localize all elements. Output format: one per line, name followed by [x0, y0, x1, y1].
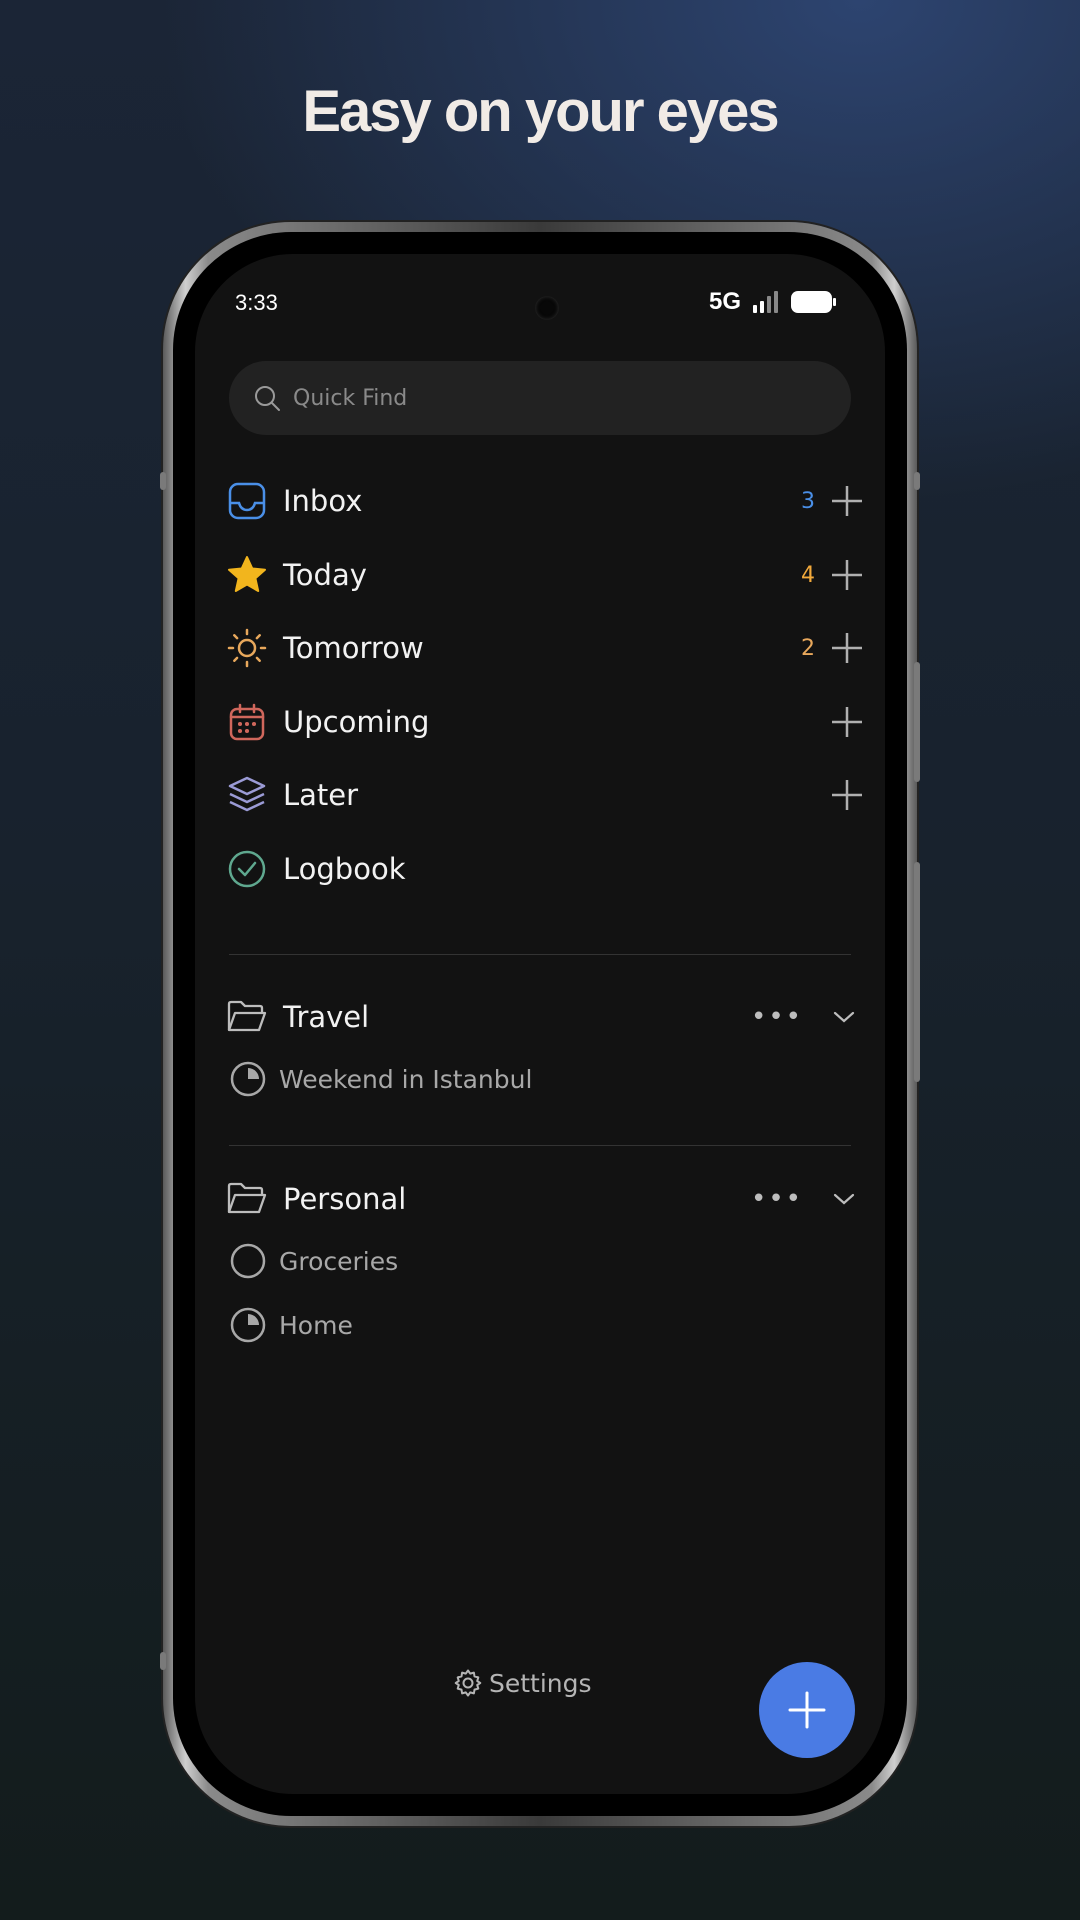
network-label: 5G: [708, 288, 741, 315]
folder-open-icon: [225, 1177, 269, 1221]
progress-pie-icon: [230, 1307, 266, 1343]
plus-icon: [788, 1691, 826, 1729]
more-options-icon[interactable]: •••: [751, 1002, 803, 1032]
group-name: Travel: [283, 1000, 370, 1034]
phone-bezel: 3:33 5G Quick Find Inbox 3 Today 4 Tomor…: [173, 232, 907, 1816]
group-header-travel[interactable]: Travel •••: [225, 987, 865, 1047]
headline: Easy on your eyes: [302, 79, 779, 144]
phone-power-button: [914, 862, 920, 1082]
status-time: 3:33: [235, 290, 278, 315]
list-item-logbook[interactable]: Logbook: [225, 839, 865, 899]
list-item-label: Tomorrow: [283, 631, 424, 665]
chevron-down-icon[interactable]: [833, 1010, 855, 1024]
add-task-icon[interactable]: [829, 483, 865, 519]
project-item[interactable]: Weekend in Istanbul: [229, 1054, 532, 1104]
battery-icon: [791, 291, 836, 313]
project-item[interactable]: Groceries: [229, 1236, 398, 1286]
add-button[interactable]: [759, 1662, 855, 1758]
search-input[interactable]: Quick Find: [229, 361, 851, 435]
calendar-icon: [225, 700, 269, 744]
chevron-down-icon[interactable]: [833, 1192, 855, 1206]
progress-pie-icon: [230, 1061, 266, 1097]
add-task-icon[interactable]: [829, 777, 865, 813]
settings-button[interactable]: Settings: [453, 1668, 592, 1698]
list-item-count: 4: [801, 562, 815, 588]
layers-icon: [225, 773, 269, 817]
star-icon: [225, 553, 269, 597]
project-label: Weekend in Istanbul: [279, 1064, 533, 1094]
more-options-icon[interactable]: •••: [751, 1184, 803, 1214]
list-item-later[interactable]: Later: [225, 765, 865, 825]
list-item-upcoming[interactable]: Upcoming: [225, 692, 865, 752]
phone-frame: 3:33 5G Quick Find Inbox 3 Today 4 Tomor…: [160, 222, 920, 1826]
list-item-inbox[interactable]: Inbox 3: [225, 471, 865, 531]
search-placeholder: Quick Find: [293, 385, 408, 411]
project-item[interactable]: Home: [229, 1300, 353, 1350]
phone-side-button: [914, 472, 920, 490]
list-item-count: 3: [801, 488, 815, 514]
project-label: Groceries: [279, 1246, 399, 1276]
list-item-count: 2: [801, 635, 815, 661]
add-task-icon[interactable]: [829, 557, 865, 593]
progress-empty-icon: [230, 1243, 266, 1279]
list-item-label: Upcoming: [283, 705, 430, 739]
status-indicators: 5G: [709, 288, 837, 316]
check-circle-icon: [225, 847, 269, 891]
section-divider: [229, 1145, 851, 1146]
front-camera: [535, 296, 559, 320]
list-item-label: Inbox: [283, 484, 363, 518]
add-task-icon[interactable]: [829, 630, 865, 666]
section-divider: [229, 954, 851, 955]
list-item-label: Later: [283, 778, 359, 812]
list-item-tomorrow[interactable]: Tomorrow 2: [225, 618, 865, 678]
app-screen: 3:33 5G Quick Find Inbox 3 Today 4 Tomor…: [195, 254, 885, 1794]
gear-icon: [454, 1669, 482, 1697]
group-name: Personal: [283, 1182, 407, 1216]
list-item-label: Logbook: [283, 852, 406, 886]
group-header-personal[interactable]: Personal •••: [225, 1169, 865, 1229]
phone-volume-button: [914, 662, 920, 782]
add-task-icon[interactable]: [829, 704, 865, 740]
signal-icon: [753, 291, 778, 313]
sun-icon: [225, 626, 269, 670]
search-icon: [255, 386, 280, 411]
settings-label: Settings: [489, 1668, 592, 1698]
phone-side-button: [160, 472, 166, 490]
project-label: Home: [279, 1310, 353, 1340]
list-item-today[interactable]: Today 4: [225, 545, 865, 605]
folder-open-icon: [225, 995, 269, 1039]
phone-side-button: [160, 1652, 166, 1670]
list-item-label: Today: [283, 558, 367, 592]
inbox-icon: [225, 479, 269, 523]
